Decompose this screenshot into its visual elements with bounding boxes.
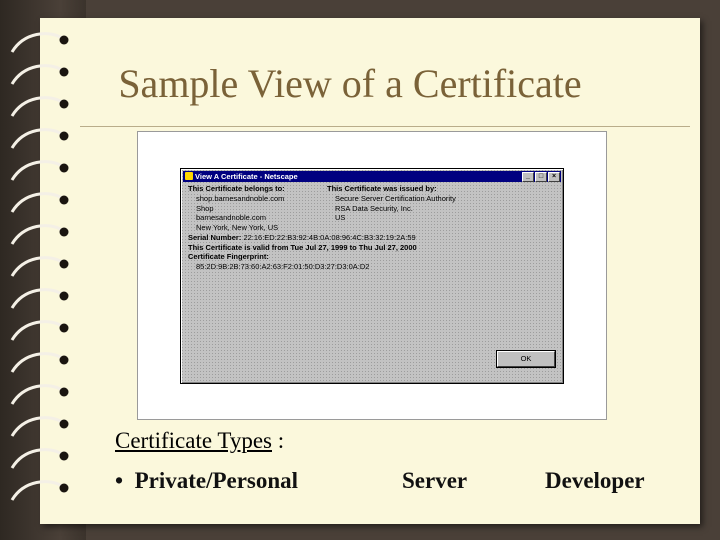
serial-value: 22:16:ED:22:B3:92:4B:0A:08:96:4C:B3:32:1… <box>243 233 416 242</box>
ring-binder-icon <box>10 256 69 277</box>
ring-binder-icon <box>10 224 69 245</box>
ring-binder-icon <box>10 192 69 213</box>
minimize-button[interactable]: _ <box>522 172 534 182</box>
slide-title: Sample View of a Certificate <box>118 61 582 106</box>
type-server: Server <box>402 468 468 493</box>
certificate-window: View A Certificate - Netscape _ □ × This C… <box>180 168 564 384</box>
ring-binder-icon <box>10 416 69 437</box>
ring-binder-icon <box>10 352 69 373</box>
issued-heading: This Certificate was issued by: <box>327 184 437 193</box>
ring-binder-icon <box>10 32 69 53</box>
serial-number: Serial Number: 22:16:ED:22:B3:92:4B:0A:0… <box>188 233 416 243</box>
type-developer: Developer <box>545 468 645 493</box>
type-private-personal: Private/Personal <box>134 468 299 493</box>
maximize-button[interactable]: □ <box>535 172 547 182</box>
ring-binder-icon <box>10 384 69 405</box>
serial-label: Serial Number: <box>188 233 242 242</box>
certificate-types-heading: Certificate Types : <box>115 428 284 454</box>
issued-line: US <box>335 213 346 222</box>
title-divider <box>80 126 690 127</box>
belongs-line: barnesandnoble.com <box>196 213 267 222</box>
bullet-marker: • <box>115 468 124 493</box>
window-controls: _ □ × <box>521 172 560 183</box>
window-titlebar[interactable]: View A Certificate - Netscape _ □ × <box>183 171 561 182</box>
certificate-types-colon: : <box>272 428 285 453</box>
ring-binder-icon <box>10 160 69 181</box>
ring-binder-icon <box>10 448 69 469</box>
belongs-line: shop.barnesandnoble.com <box>196 194 285 203</box>
ring-binder-icon <box>10 128 69 149</box>
ring-binder-icon <box>10 320 69 341</box>
ring-binder-icon <box>10 288 69 309</box>
window-title: View A Certificate - Netscape <box>195 172 298 181</box>
fingerprint-value: 85:2D:9B:2B:73:60:A2:63:F2:01:50:D3:27:D… <box>196 262 370 271</box>
fingerprint-label: Certificate Fingerprint: <box>188 252 269 261</box>
issued-line: Secure Server Certification Authority <box>335 194 456 203</box>
belongs-line: New York, New York, US <box>196 223 279 232</box>
ok-button[interactable]: OK <box>496 350 556 368</box>
belongs-heading: This Certificate belongs to: <box>188 184 285 193</box>
bullet-item: • Private/Personal <box>115 468 298 494</box>
netscape-window-icon <box>185 172 193 180</box>
issued-line: RSA Data Security, Inc. <box>335 204 413 213</box>
close-button[interactable]: × <box>548 172 560 182</box>
certificate-types-label: Certificate Types <box>115 428 272 453</box>
ring-binder-icon <box>10 480 69 501</box>
